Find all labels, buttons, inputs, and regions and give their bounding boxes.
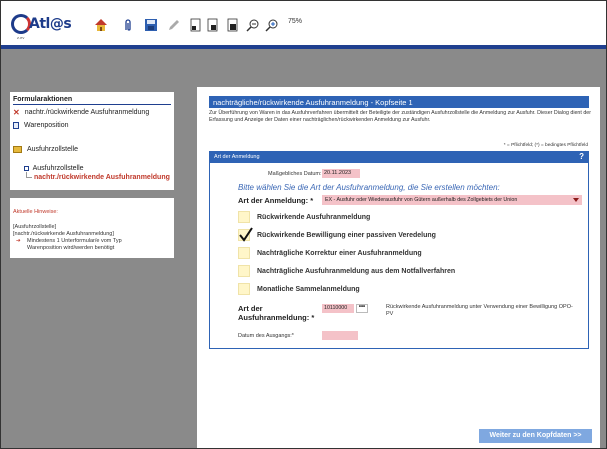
action-label: nachtr./rückwirkende Ausfuhranmeldung: [24, 109, 150, 116]
option-monthly-collective[interactable]: Monatliche Sammelanmeldung: [238, 283, 360, 295]
hint-line: Mindestens 1 Unterformular/e vom Typ: [27, 238, 122, 244]
atlas-logo: Atl@s z.ev: [11, 13, 73, 40]
option-label: Rückwirkende Bewilligung einer passiven …: [257, 231, 436, 239]
required-note: * = Pflichtfeld; (*) = bedingtes Pflicht…: [503, 143, 588, 148]
hint-arrow-icon: ➔: [16, 238, 21, 244]
section-title: Art der Anmeldung: [214, 154, 260, 160]
option-subsequent-correction[interactable]: Nachträgliche Korrektur einer Ausfuhranm…: [238, 247, 422, 259]
home-icon[interactable]: [94, 18, 108, 32]
help-icon[interactable]: ?: [579, 152, 584, 161]
action-label: Ausfuhrzollstelle: [27, 146, 78, 153]
lookup-button[interactable]: •••: [356, 304, 368, 313]
logo-subtext: z.ev: [17, 35, 25, 40]
hint-line: [nachtr./rückwirkende Ausfuhranmeldung]: [13, 231, 114, 237]
form-actions-panel: Formularaktionen ✕ nachtr./rückwirkende …: [10, 92, 174, 190]
option-retro-outward-processing[interactable]: Rückwirkende Bewilligung einer passiven …: [238, 227, 436, 242]
checkmark-icon: [239, 227, 253, 242]
app-window: Atl@s z.ev 75% Formularaktionen ✕ nachtr…: [0, 0, 607, 449]
hints-panel: Aktuelle Hinweise: [Ausfuhrzollstelle] […: [10, 198, 174, 258]
checkbox-checked[interactable]: [238, 227, 253, 242]
checkbox[interactable]: [238, 247, 250, 259]
logo-text: Atl@s: [29, 16, 72, 32]
export-type-code-field[interactable]: 10110000: [322, 304, 354, 313]
page-3-icon[interactable]: [226, 18, 240, 32]
checkbox[interactable]: [238, 283, 250, 295]
page-1-icon[interactable]: [189, 18, 203, 32]
section-header: Art der Anmeldung ?: [210, 152, 588, 163]
action-label: Warenposition: [24, 122, 69, 129]
folder-icon: [13, 146, 22, 153]
date-field[interactable]: 20.11.2023: [322, 169, 360, 178]
next-to-header-data-button[interactable]: Weiter zu den Kopfdaten >>: [479, 429, 592, 443]
toolbar: Atl@s z.ev 75%: [1, 1, 606, 45]
exit-date-label: Datum des Ausgangs:*: [238, 333, 294, 339]
export-type-label-line1: Art der: [238, 304, 263, 313]
action-warenposition[interactable]: Warenposition: [13, 122, 69, 129]
checkbox[interactable]: [238, 211, 250, 223]
export-type-label: Art der Ausfuhranmeldung: *: [238, 304, 314, 322]
option-emergency-procedure[interactable]: Nachträgliche Ausfuhranmeldung aus dem N…: [238, 265, 455, 277]
declaration-type-section: Art der Anmeldung ? Maßgebliches Datum: …: [209, 151, 589, 349]
edit-icon[interactable]: [167, 18, 181, 32]
hints-title: Aktuelle Hinweise:: [13, 209, 58, 215]
page-description: Zur Überführung von Waren in das Ausfuhr…: [209, 110, 591, 123]
page-title: nachträgliche/rückwirkende Ausfuhranmeld…: [209, 96, 589, 108]
action-ausfuhrzollstelle[interactable]: Ausfuhrzollstelle: [13, 146, 78, 153]
logo-swirl-icon: [11, 14, 31, 34]
checkbox[interactable]: [238, 265, 250, 277]
select-value: EX - Ausfuhr oder Wiederausfuhr von Güte…: [325, 197, 518, 203]
tree-child-active[interactable]: nachtr./rückwirkende Ausfuhranmeldung: [34, 174, 170, 181]
hint-line: [Ausfuhrzollstelle]: [13, 224, 57, 230]
exit-date-field[interactable]: [322, 331, 358, 340]
export-type-label-line2: Ausfuhranmeldung: *: [238, 313, 315, 322]
option-label: Rückwirkende Ausfuhranmeldung: [257, 213, 371, 221]
zoom-level: 75%: [288, 18, 303, 25]
tree-connector: [26, 172, 32, 178]
declaration-type-select[interactable]: EX - Ausfuhr oder Wiederausfuhr von Güte…: [322, 195, 582, 205]
main-form: nachträgliche/rückwirkende Ausfuhranmeld…: [197, 87, 600, 448]
option-label: Nachträgliche Ausfuhranmeldung aus dem N…: [257, 267, 456, 275]
declaration-type-label: Art der Anmeldung: *: [238, 196, 314, 205]
hint-line: Warenposition wird/werden benötigt: [27, 245, 115, 251]
dropdown-arrow-icon[interactable]: [573, 198, 579, 202]
option-label: Nachträgliche Korrektur einer Ausfuhranm…: [257, 249, 422, 257]
tree-parent-label: Ausfuhrzollstelle: [32, 165, 84, 172]
option-label: Monatliche Sammelanmeldung: [257, 285, 360, 293]
red-x-icon: ✕: [13, 108, 20, 117]
form-actions-heading: Formularaktionen: [13, 96, 171, 105]
zoom-in-icon[interactable]: [265, 18, 279, 32]
tree-parent[interactable]: Ausfuhrzollstelle: [24, 165, 84, 172]
tree-node-icon: [24, 165, 29, 171]
date-label: Maßgebliches Datum: *: [268, 171, 326, 177]
export-type-description: Rückwirkende Ausfuhranmeldung unter Verw…: [386, 304, 573, 317]
option-retro-declaration[interactable]: Rückwirkende Ausfuhranmeldung: [238, 211, 370, 223]
save-icon[interactable]: [144, 18, 158, 32]
zoom-out-icon[interactable]: [246, 18, 260, 32]
selection-prompt: Bitte wählen Sie die Art der Ausfuhranme…: [238, 183, 500, 192]
document-icon: [13, 122, 19, 129]
attachment-icon[interactable]: [121, 18, 135, 32]
page-2-icon[interactable]: [206, 18, 220, 32]
action-delete-declaration[interactable]: ✕ nachtr./rückwirkende Ausfuhranmeldung: [13, 108, 149, 117]
